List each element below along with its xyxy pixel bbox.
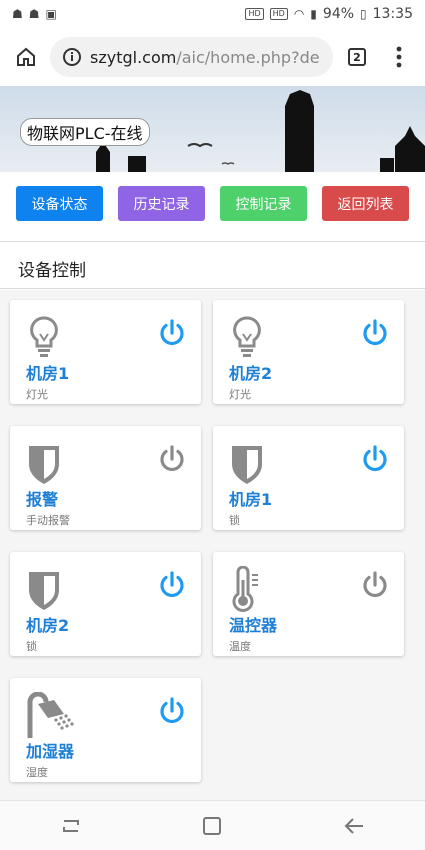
notification-icon: ☗	[28, 7, 40, 21]
power-toggle-button[interactable]	[157, 318, 187, 348]
device-name: 机房1	[26, 364, 70, 383]
signal-icon: ▮	[310, 7, 317, 21]
device-card[interactable]: 温控器 温度	[213, 552, 404, 656]
image-icon: ▣	[45, 7, 57, 21]
device-card[interactable]: 机房1 灯光	[10, 300, 201, 404]
device-card[interactable]: 报警 手动报警	[10, 426, 201, 530]
shield-icon	[227, 440, 267, 486]
power-icon	[160, 571, 184, 598]
power-icon	[363, 319, 387, 346]
menu-button[interactable]	[381, 39, 417, 75]
hd-badge: HD	[245, 8, 264, 20]
bulb-icon	[227, 314, 267, 360]
power-icon	[363, 571, 387, 598]
url-host: szytgl.com	[90, 47, 177, 67]
device-status-button[interactable]: 设备状态	[16, 186, 103, 221]
shield-icon	[24, 440, 64, 486]
banner: 物联网PLC-在线	[0, 86, 425, 172]
device-grid: 机房1 灯光 机房2 灯光 报警 手动报警 机房1 锁 机房2 锁 温控器 温度…	[10, 300, 405, 782]
device-name: 机房2	[26, 616, 70, 635]
home-nav-icon[interactable]	[202, 816, 222, 836]
device-card[interactable]: 机房2 锁	[10, 552, 201, 656]
recent-apps-icon[interactable]	[60, 818, 82, 834]
status-bar: ☗ ☗ ▣ HD HD ◠ ▮ 94% ▯ 13:35	[0, 0, 425, 28]
home-icon	[17, 47, 35, 66]
device-name: 机房1	[229, 490, 273, 509]
tab-count: 2	[348, 48, 366, 66]
url-path: /aic/home.php?de	[176, 47, 320, 67]
bulb-icon	[24, 314, 64, 360]
power-toggle-button[interactable]	[360, 444, 390, 474]
device-name: 温控器	[229, 616, 278, 635]
device-desc: 湿度	[26, 766, 48, 779]
device-desc: 温度	[229, 640, 251, 653]
divider	[0, 288, 425, 289]
notification-icon: ☗	[12, 7, 23, 21]
power-toggle-button[interactable]	[157, 696, 187, 726]
tab-switcher-button[interactable]: 2	[339, 39, 375, 75]
thermometer-icon	[227, 565, 267, 612]
device-desc: 灯光	[229, 388, 251, 401]
banner-title: 物联网PLC-在线	[20, 118, 150, 146]
shield-icon	[24, 566, 64, 612]
device-name: 加湿器	[26, 742, 75, 761]
device-card[interactable]: 机房1 锁	[213, 426, 404, 530]
battery-icon: ▯	[360, 7, 367, 21]
device-desc: 手动报警	[26, 514, 70, 527]
home-button[interactable]	[8, 39, 44, 75]
control-log-button[interactable]: 控制记录	[220, 186, 307, 221]
device-desc: 锁	[229, 514, 240, 527]
section-title: 设备控制	[18, 261, 86, 281]
clock: 13:35	[372, 6, 413, 22]
more-vert-icon	[396, 46, 402, 68]
url-bar[interactable]: szytgl.com/aic/home.php?de	[50, 37, 333, 77]
system-nav-bar	[0, 800, 425, 850]
device-card[interactable]: 加湿器 湿度	[10, 678, 201, 782]
power-icon	[160, 445, 184, 472]
power-toggle-button[interactable]	[157, 570, 187, 600]
device-card[interactable]: 机房2 灯光	[213, 300, 404, 404]
power-toggle-button[interactable]	[157, 444, 187, 474]
divider	[0, 241, 425, 242]
device-desc: 灯光	[26, 388, 48, 401]
wifi-icon: ◠	[293, 7, 305, 21]
back-to-list-button[interactable]: 返回列表	[322, 186, 409, 221]
browser-toolbar: szytgl.com/aic/home.php?de 2	[0, 28, 425, 86]
back-icon[interactable]	[343, 817, 365, 835]
info-icon[interactable]	[62, 47, 82, 67]
device-name: 机房2	[229, 364, 273, 383]
history-button[interactable]: 历史记录	[118, 186, 205, 221]
device-desc: 锁	[26, 640, 37, 653]
nav-buttons: 设备状态 历史记录 控制记录 返回列表	[16, 186, 409, 221]
power-toggle-button[interactable]	[360, 570, 390, 600]
battery-percent: 94%	[322, 6, 355, 22]
device-name: 报警	[26, 490, 59, 509]
shower-icon	[24, 691, 74, 738]
power-icon	[160, 319, 184, 346]
power-toggle-button[interactable]	[360, 318, 390, 348]
power-icon	[363, 445, 387, 472]
power-icon	[160, 697, 184, 724]
hd-badge: HD	[269, 8, 288, 20]
